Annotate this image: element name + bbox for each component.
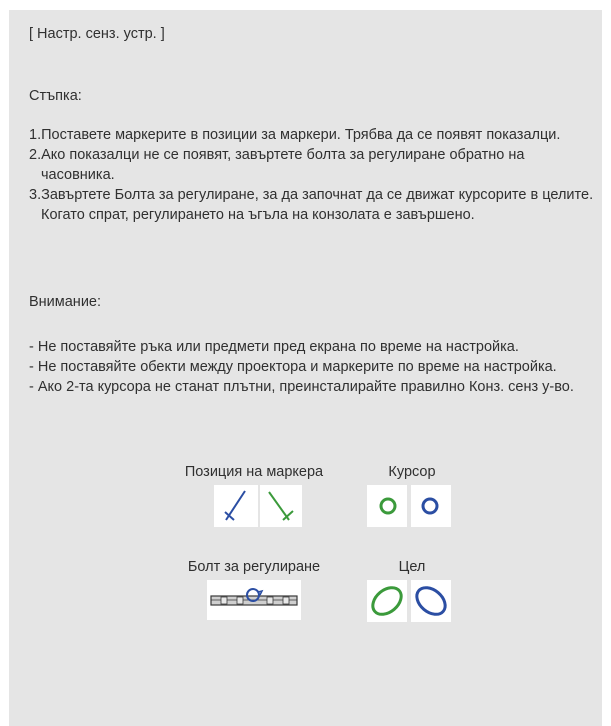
- marker-blue-icon: [214, 485, 258, 527]
- warning-item: - Не поставяйте обекти между проектора и…: [29, 359, 557, 375]
- marker-green-icon: [260, 485, 302, 527]
- step-item: 1.Поставете маркерите в позиции за марке…: [29, 127, 561, 143]
- cursor-label: Курсор: [388, 464, 436, 480]
- step-item: 2.Ако показалци не се появят, завъртете …: [29, 147, 525, 183]
- marker-position-label: Позиция на маркера: [184, 464, 324, 480]
- cursor-blue-icon: [411, 485, 451, 527]
- cursor-green-icon: [367, 485, 407, 527]
- steps-list: 1.Поставете маркерите в позиции за марке…: [29, 125, 601, 225]
- adjust-bolt-label: Болт за регулиране: [187, 559, 321, 575]
- settings-panel: [ Настр. сенз. устр. ] Стъпка: 1.Поставе…: [9, 10, 602, 726]
- target-label: Цел: [398, 559, 426, 575]
- screen-title: [ Настр. сенз. устр. ]: [29, 26, 165, 42]
- warning-heading: Внимание:: [29, 294, 102, 310]
- warnings-list: - Не поставяйте ръка или предмети пред е…: [29, 337, 606, 397]
- target-blue-icon: [411, 580, 451, 622]
- warning-item: - Не поставяйте ръка или предмети пред е…: [29, 339, 519, 355]
- step-item: 3.Завъртете Болта за регулиране, за да з…: [29, 187, 594, 223]
- steps-heading: Стъпка:: [29, 88, 82, 104]
- warning-item: - Ако 2-та курсора не станат плътни, пре…: [29, 379, 574, 395]
- adjust-bolt-icon: [207, 580, 301, 620]
- target-green-icon: [367, 580, 407, 622]
